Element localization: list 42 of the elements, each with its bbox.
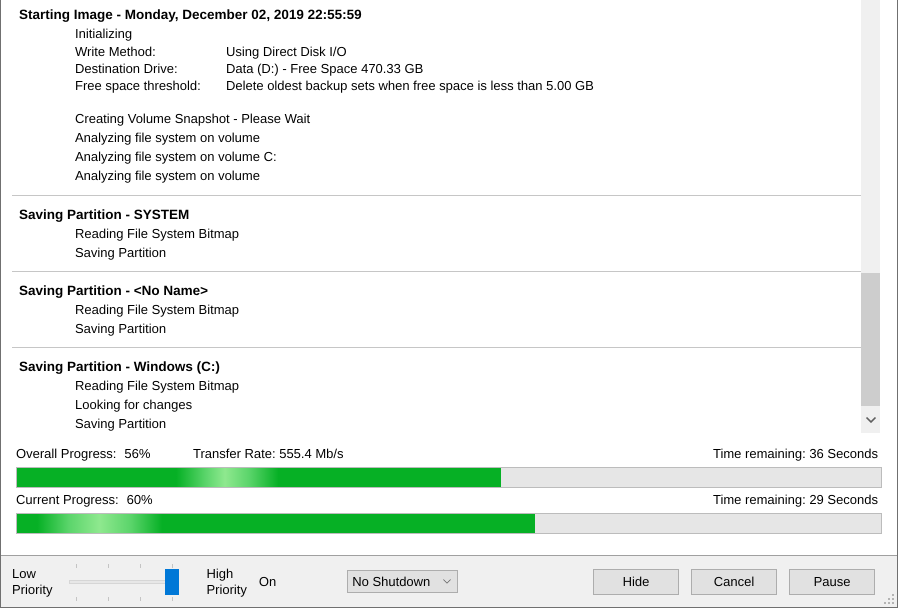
pause-button[interactable]: Pause <box>789 568 875 594</box>
log-line: Reading File System Bitmap <box>75 377 240 395</box>
cancel-button[interactable]: Cancel <box>691 568 777 594</box>
field-value: Data (D:) - Free Space 470.33 GB <box>226 60 424 77</box>
log-line: Saving Partition <box>75 415 166 433</box>
hide-button[interactable]: Hide <box>593 568 679 594</box>
section-heading: Saving Partition - <No Name> <box>18 282 210 300</box>
progress-percent: 60% <box>126 492 153 508</box>
priority-label: High Priority <box>206 566 247 598</box>
progress-label: Current Progress: <box>16 492 119 508</box>
scrollbar-thumb[interactable] <box>861 273 880 406</box>
scrollbar[interactable] <box>861 0 880 433</box>
progress-label: Overall Progress: <box>16 446 116 462</box>
field-label: Free space threshold: <box>75 77 202 94</box>
shutdown-dropdown[interactable]: No Shutdown <box>347 570 458 593</box>
section-heading: Saving Partition - SYSTEM <box>18 206 190 224</box>
log-line: Creating Volume Snapshot - Please Wait <box>75 110 310 128</box>
slider-thumb[interactable] <box>165 568 180 594</box>
field-value: Delete oldest backup sets when free space is less than 5.00 GB <box>226 77 594 94</box>
log-line: Saving Partition <box>75 320 166 338</box>
section-heading: Saving Partition - Windows (C:) <box>18 358 221 376</box>
field-label: Destination Drive: <box>75 60 179 77</box>
log-line: Reading File System Bitmap <box>75 301 240 319</box>
log-line: Reading File System Bitmap <box>75 225 240 243</box>
transfer-rate: Transfer Rate: 555.4 Mb/s <box>193 446 344 462</box>
log-line: Looking for changes <box>75 396 192 414</box>
log-line: Analyzing file system on volume C: <box>75 148 277 166</box>
time-remaining: Time remaining: 36 Seconds <box>713 446 878 462</box>
resize-grip-icon[interactable] <box>884 594 895 605</box>
chevron-down-icon <box>866 416 876 422</box>
log-line: Initializing <box>75 25 132 43</box>
status-text: On <box>258 574 276 589</box>
chevron-down-icon <box>443 579 452 584</box>
progress-percent: 56% <box>124 446 150 462</box>
log-line: Saving Partition <box>75 244 166 262</box>
log-line: Analyzing file system on volume <box>75 167 260 185</box>
field-value: Using Direct Disk I/O <box>226 43 347 60</box>
section-heading: Starting Image - Monday, December 02, 2019 22:55:59 <box>18 6 363 24</box>
log-line: Analyzing file system on volume <box>75 129 260 147</box>
time-remaining: Time remaining: 29 Seconds <box>713 492 878 508</box>
field-label: Write Method: <box>75 43 157 60</box>
priority-label: Low Priority <box>12 566 52 598</box>
